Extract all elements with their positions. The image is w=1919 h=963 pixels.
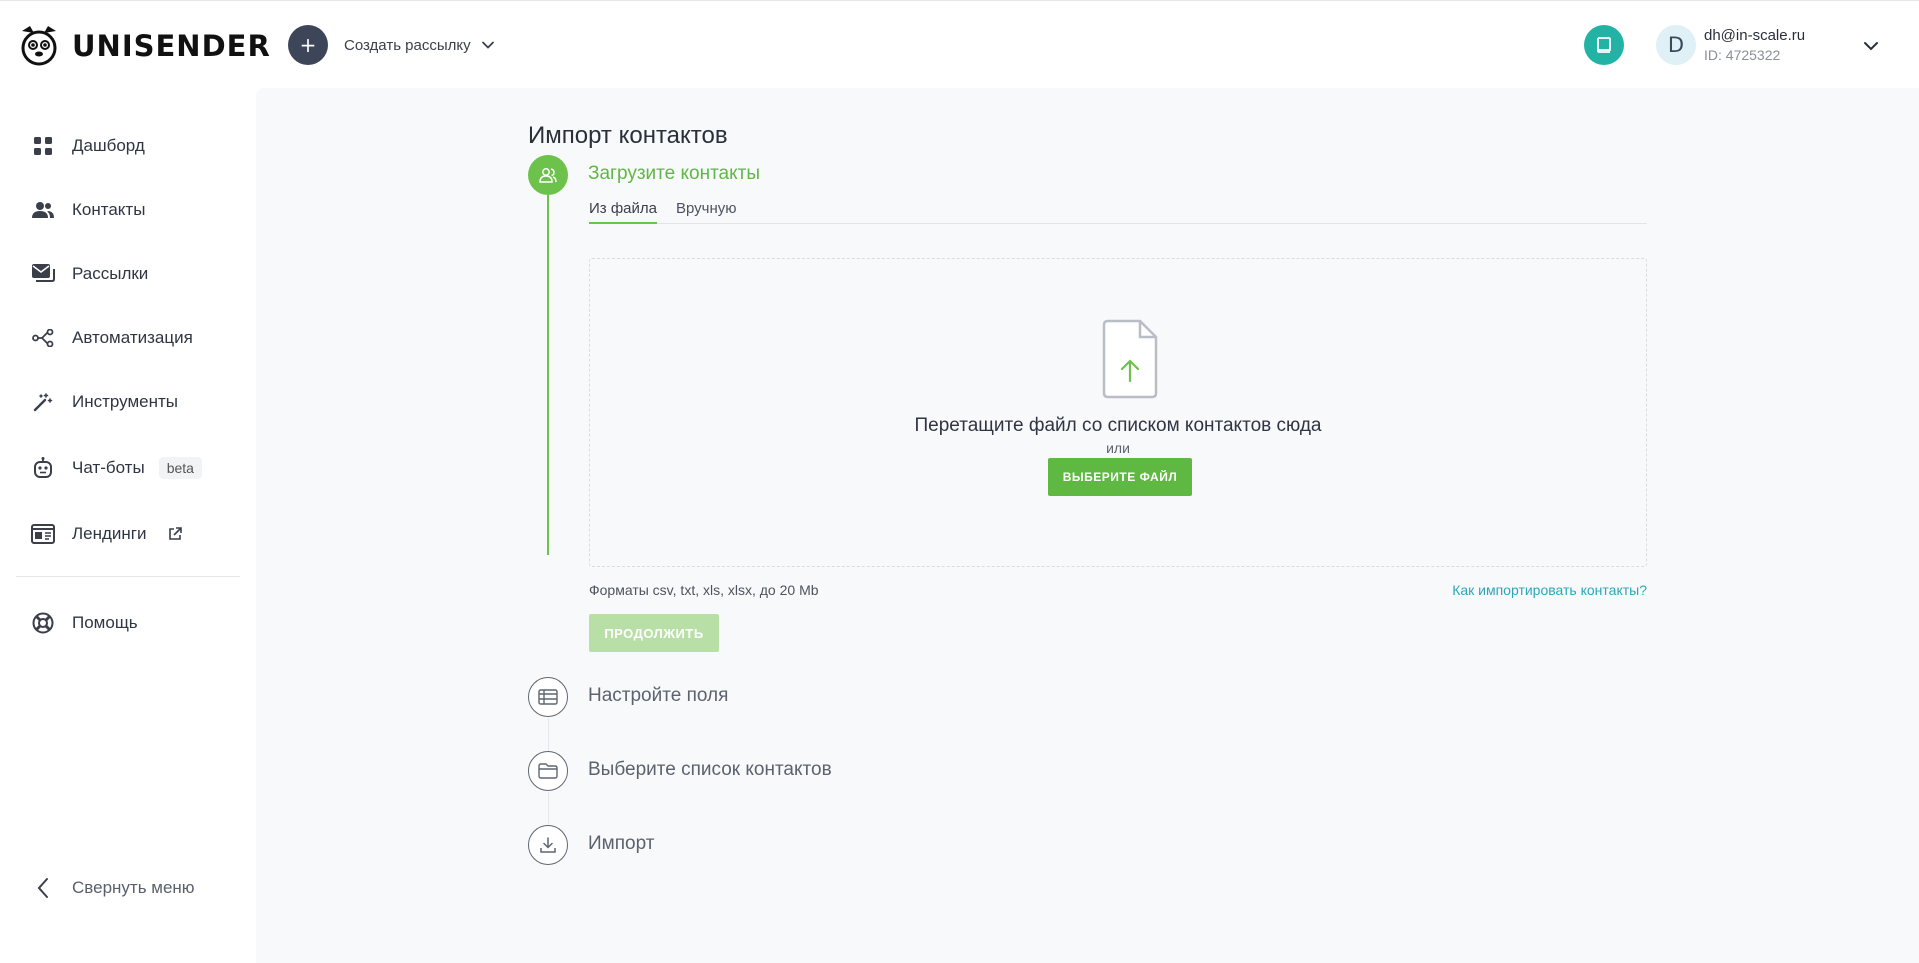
sidebar-item-chatbots[interactable]: Чат-боты beta [30,453,202,483]
sidebar-item-label: Рассылки [72,264,149,283]
step-connector [547,718,549,751]
knowledge-base-button[interactable] [1584,25,1624,65]
sidebar-item-help[interactable]: Помощь [30,608,138,638]
sidebar-item-label: Инструменты [72,392,179,411]
step-2-fields-icon [528,677,568,717]
continue-button[interactable]: ПРОДОЛЖИТЬ [589,614,719,652]
tab-manual[interactable]: Вручную [676,200,737,224]
main-content: Импорт контактов Загрузите контакты Из ф… [256,88,1919,963]
magic-wand-icon [30,389,56,415]
collapse-menu-button[interactable]: Свернуть меню [30,873,195,903]
sidebar-item-automation[interactable]: Автоматизация [30,323,193,353]
step-1-upload-icon [528,155,568,195]
page-title: Импорт контактов [528,122,728,149]
dropzone-instructions: Перетащите файл со списком контактов сюд… [914,415,1322,436]
brand-name: UNISENDER [72,29,271,63]
book-icon [1597,37,1611,53]
sidebar-item-label: Лендинги [72,524,147,543]
chevron-down-icon[interactable] [1862,37,1880,55]
mailings-icon [30,261,56,287]
file-upload-icon [1102,319,1158,399]
step-2-title: Настройте поля [588,685,729,706]
external-link-icon [168,527,182,540]
sidebar-divider [16,576,240,577]
help-lifebuoy-icon [30,610,56,636]
how-to-import-link[interactable]: Как импортировать контакты? [1452,582,1647,598]
sidebar-item-contacts[interactable]: Контакты [30,195,145,225]
landing-page-icon [30,521,56,547]
dashboard-icon [30,133,56,159]
dog-logo-icon [21,26,57,66]
user-id: ID: 4725322 [1704,47,1781,63]
sidebar-item-label: Контакты [72,200,146,219]
step-4-title: Импорт [588,833,655,854]
user-email[interactable]: dh@in-scale.ru [1704,27,1805,44]
chevron-down-icon [481,41,494,49]
chevron-left-icon [30,875,56,901]
contacts-icon [30,197,56,223]
robot-icon [30,455,56,481]
logo[interactable]: UNISENDER [16,23,271,69]
sidebar-item-mailings[interactable]: Рассылки [30,259,148,289]
step-4-download-icon [528,825,568,865]
dropzone-or: или [1106,440,1130,456]
sidebar-item-tools[interactable]: Инструменты [30,387,178,417]
step-connector [547,792,549,825]
step-connector [547,195,549,555]
choose-file-button[interactable]: ВЫБЕРИТЕ ФАЙЛ [1048,458,1192,496]
sidebar: Дашборд Контакты Рассылки Автоматизация … [0,88,256,963]
file-dropzone[interactable]: Перетащите файл со списком контактов сюд… [589,258,1647,567]
beta-badge: beta [158,457,202,479]
top-header: UNISENDER + Создать рассылку D dh@in-sca… [0,0,1919,88]
step-3-folder-icon [528,751,568,791]
sidebar-item-dashboard[interactable]: Дашборд [30,131,145,161]
file-formats-hint: Форматы csv, txt, xls, xlsx, до 20 Mb [589,582,819,598]
step-3-title: Выберите список контактов [588,759,832,780]
sidebar-item-label: Автоматизация [72,328,193,347]
sidebar-item-label: Помощь [72,613,138,632]
automation-icon [30,325,56,351]
avatar[interactable]: D [1656,25,1696,65]
plus-icon: + [288,25,328,65]
tab-from-file[interactable]: Из файла [589,200,657,224]
import-tabs: Из файла Вручную [589,200,1647,224]
collapse-menu-label: Свернуть меню [72,878,195,897]
create-mailing-label: Создать рассылку [344,36,471,54]
sidebar-item-landings[interactable]: Лендинги [30,519,183,549]
step-1-title: Загрузите контакты [588,163,761,184]
sidebar-item-label: Чат-боты [72,458,145,477]
create-mailing-button[interactable]: + Создать рассылку [288,25,495,65]
sidebar-item-label: Дашборд [72,136,145,155]
